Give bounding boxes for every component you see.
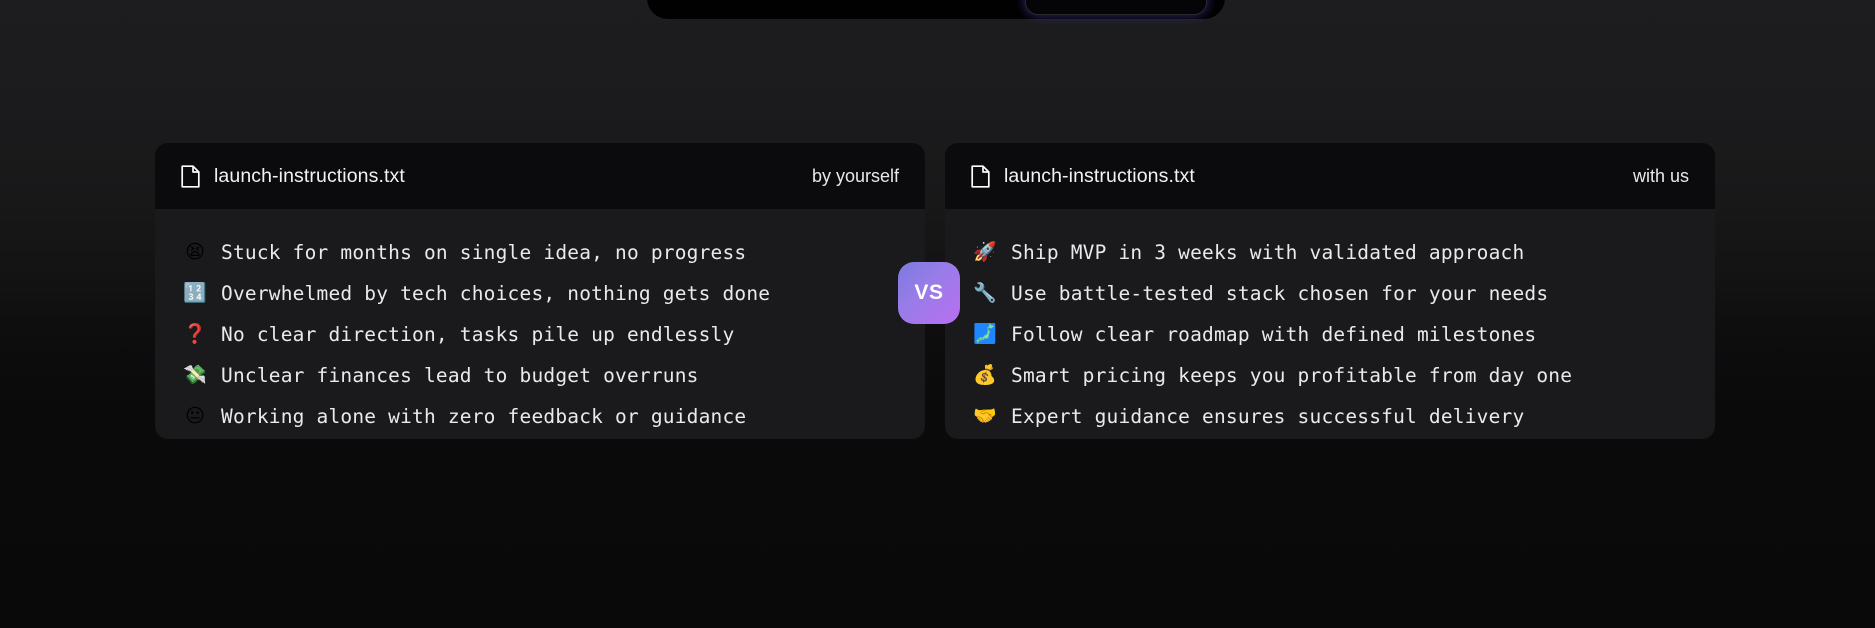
panel-header-after: launch-instructions.txt with us: [945, 143, 1715, 209]
vs-badge-label: VS: [914, 281, 944, 304]
list-item-label: Expert guidance ensures successful deliv…: [1011, 404, 1525, 428]
top-clipped-panel: [646, 0, 1226, 20]
list-item-label: No clear direction, tasks pile up endles…: [221, 322, 735, 346]
list-item-label: Unclear finances lead to budget overruns: [221, 363, 699, 387]
rocket-emoji: 🚀: [973, 241, 997, 263]
list-item: 😐 Working alone with zero feedback or gu…: [183, 399, 899, 434]
panel-header-before: launch-instructions.txt by yourself: [155, 143, 925, 209]
list-item-label: Working alone with zero feedback or guid…: [221, 404, 747, 428]
red-question-mark-emoji: ❓: [183, 323, 207, 345]
handshake-emoji: 🤝: [973, 405, 997, 427]
panel-tag-before: by yourself: [811, 165, 899, 186]
top-clipped-highlight-chip: [1025, 0, 1207, 15]
panel-tag-after: with us: [1632, 165, 1689, 186]
list-item-label: Overwhelmed by tech choices, nothing get…: [221, 281, 771, 305]
panel-filename-before: launch-instructions.txt: [214, 164, 405, 187]
list-item-label: Ship MVP in 3 weeks with validated appro…: [1011, 240, 1525, 264]
comparison-panel-after: launch-instructions.txt with us 🚀 Ship M…: [945, 143, 1715, 439]
wrench-emoji: 🔧: [973, 282, 997, 304]
file-icon: [971, 164, 990, 188]
panel-filename-after: launch-instructions.txt: [1004, 164, 1195, 187]
money-bag-emoji: 💰: [973, 364, 997, 386]
vs-badge: VS: [898, 262, 960, 324]
list-item-label: Use battle-tested stack chosen for your …: [1011, 281, 1549, 305]
tired-face-emoji: 😫: [185, 241, 205, 263]
list-item: 🔧 Use battle-tested stack chosen for you…: [973, 276, 1689, 311]
neutral-face-emoji: 😐: [185, 405, 205, 427]
list-item: 😫 Stuck for months on single idea, no pr…: [183, 235, 899, 270]
list-item-label: Smart pricing keeps you profitable from …: [1011, 363, 1573, 387]
comparison-panel-before: launch-instructions.txt by yourself 😫 St…: [155, 143, 925, 439]
list-item: 💸 Unclear finances lead to budget overru…: [183, 358, 899, 393]
map-emoji: 🗾: [973, 323, 997, 345]
panel-body-after: 🚀 Ship MVP in 3 weeks with validated app…: [945, 209, 1715, 439]
input-numbers-emoji: 🔢: [183, 282, 207, 304]
list-item: 💰 Smart pricing keeps you profitable fro…: [973, 358, 1689, 393]
file-icon: [181, 164, 200, 188]
list-item-label: Stuck for months on single idea, no prog…: [221, 240, 747, 264]
list-item: 🔢 Overwhelmed by tech choices, nothing g…: [183, 276, 899, 311]
money-with-wings-emoji: 💸: [183, 364, 207, 386]
list-item: 🗾 Follow clear roadmap with defined mile…: [973, 317, 1689, 352]
list-item-label: Follow clear roadmap with defined milest…: [1011, 322, 1537, 346]
list-item: ❓ No clear direction, tasks pile up endl…: [183, 317, 899, 352]
list-item: 🚀 Ship MVP in 3 weeks with validated app…: [973, 235, 1689, 270]
panel-body-before: 😫 Stuck for months on single idea, no pr…: [155, 209, 925, 439]
list-item: 🤝 Expert guidance ensures successful del…: [973, 399, 1689, 434]
